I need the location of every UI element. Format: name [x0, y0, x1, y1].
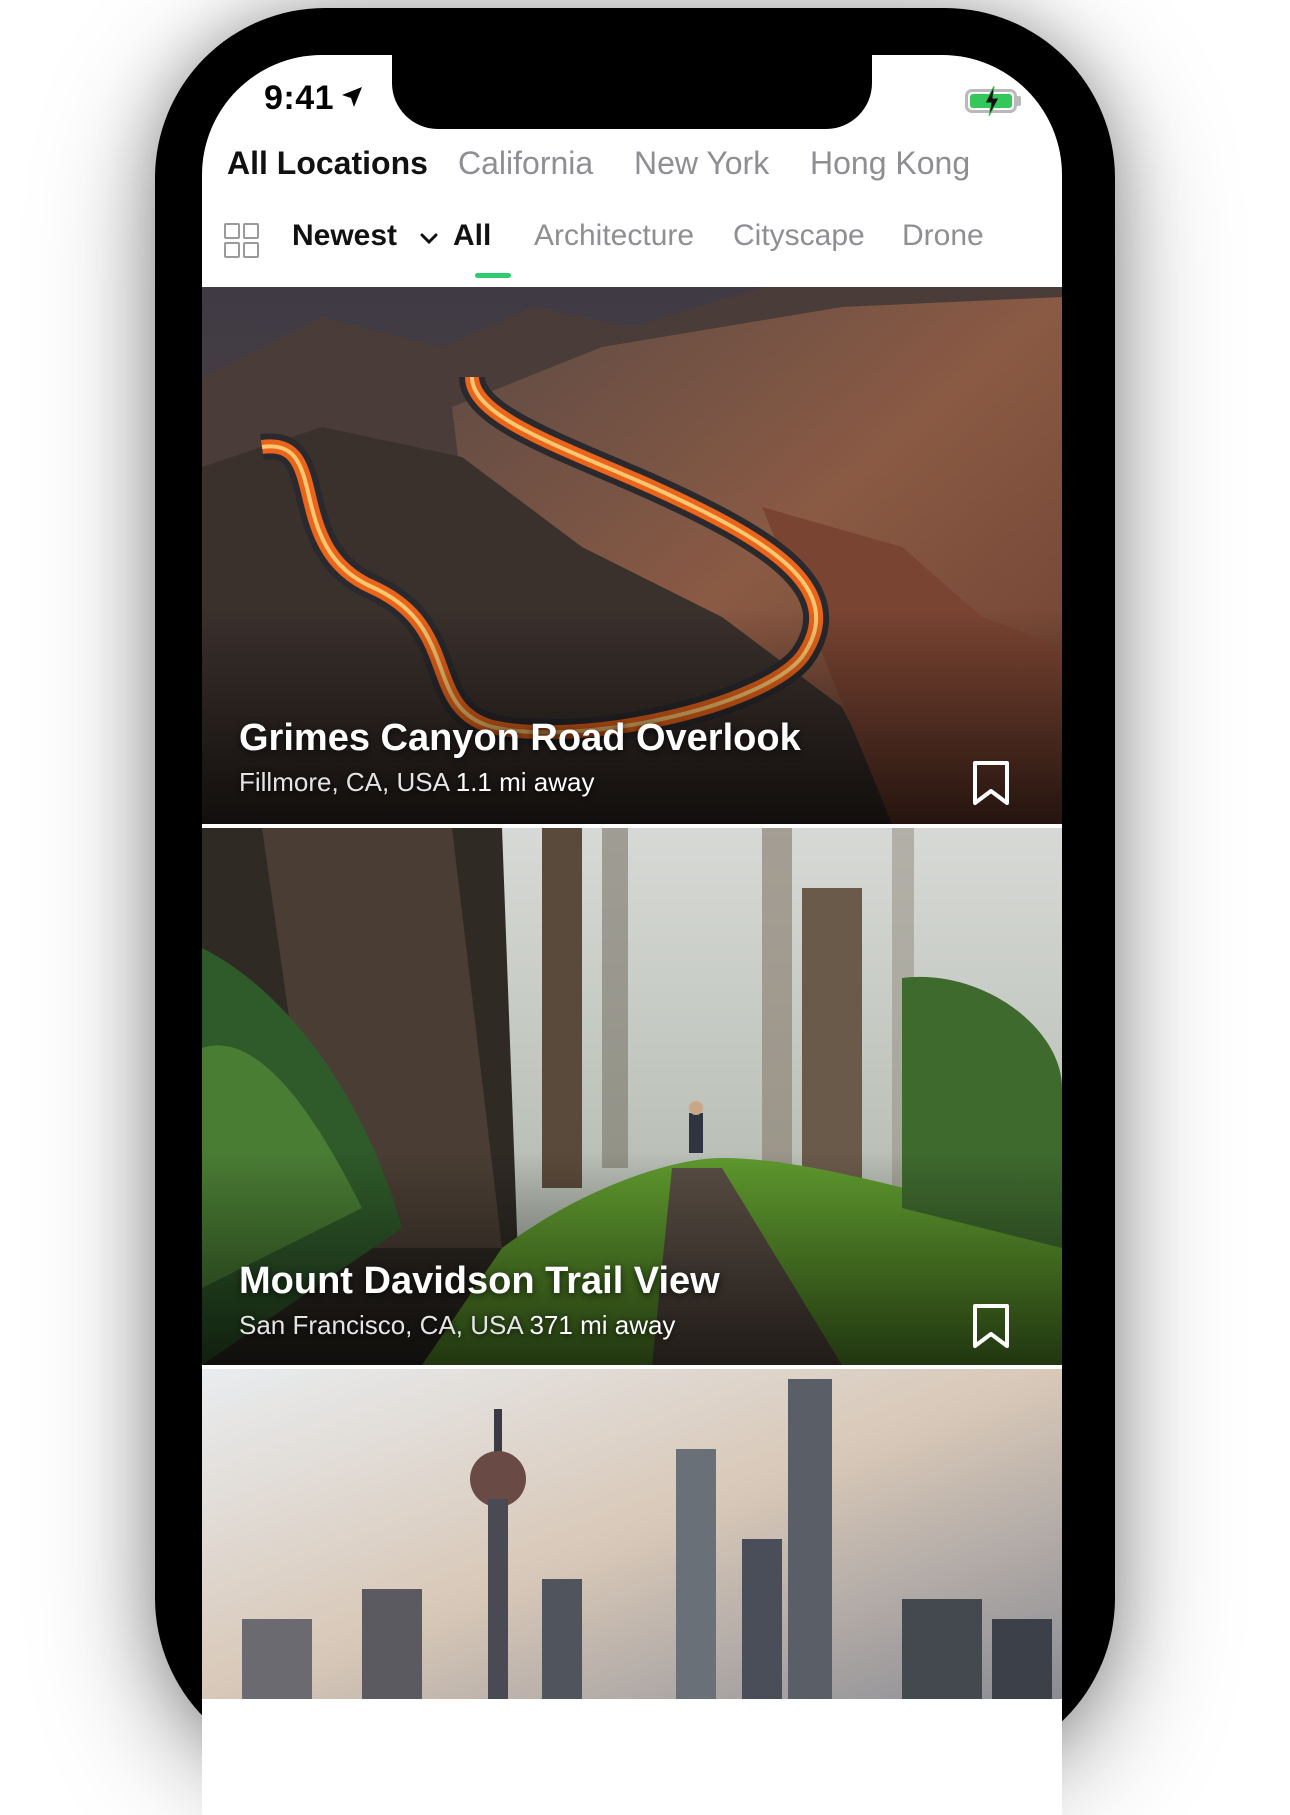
category-drone[interactable]: Drone [902, 219, 984, 253]
app-screen: 9:41 All Locations California New York H… [202, 55, 1062, 1815]
card-subtitle: Fillmore, CA, USA 1.1 mi away [239, 767, 594, 798]
battery-cap [1017, 96, 1021, 106]
card-location: San Francisco, CA, USA [239, 1310, 523, 1340]
card-subtitle: San Francisco, CA, USA 371 mi away [239, 1310, 675, 1341]
location-card[interactable] [202, 1369, 1062, 1699]
card-distance: 371 mi away [529, 1310, 676, 1340]
tab-all-locations[interactable]: All Locations [227, 145, 428, 182]
card-distance: 1.1 mi away [455, 767, 595, 797]
active-tab-indicator [475, 273, 511, 278]
sort-dropdown[interactable]: Newest [292, 219, 397, 253]
tab-california[interactable]: California [458, 145, 593, 182]
location-tabs: All Locations California New York Hong K… [202, 145, 1062, 205]
tab-hong-kong[interactable]: Hong Kong [810, 145, 970, 182]
bookmark-icon[interactable] [971, 760, 1011, 806]
tab-new-york[interactable]: New York [634, 145, 769, 182]
charging-bolt-icon [984, 86, 1000, 116]
bookmark-icon[interactable] [971, 1303, 1011, 1349]
category-architecture[interactable]: Architecture [534, 219, 694, 253]
category-cityscape[interactable]: Cityscape [733, 219, 865, 253]
location-arrow-icon [342, 87, 362, 107]
location-card[interactable]: Mount Davidson Trail View San Francisco,… [202, 828, 1062, 1365]
grid-icon[interactable] [224, 223, 260, 259]
status-time: 9:41 [264, 79, 335, 117]
city-skyline-photo [202, 1369, 1062, 1699]
location-card[interactable]: Grimes Canyon Road Overlook Fillmore, CA… [202, 287, 1062, 824]
card-title: Mount Davidson Trail View [239, 1260, 720, 1302]
chevron-down-icon[interactable] [420, 233, 438, 245]
category-all[interactable]: All [453, 219, 491, 253]
filter-bar: Newest All Architecture Cityscape Drone [202, 205, 1062, 287]
card-location: Fillmore, CA, USA [239, 767, 449, 797]
phone-notch [392, 55, 872, 129]
card-title: Grimes Canyon Road Overlook [239, 717, 801, 759]
